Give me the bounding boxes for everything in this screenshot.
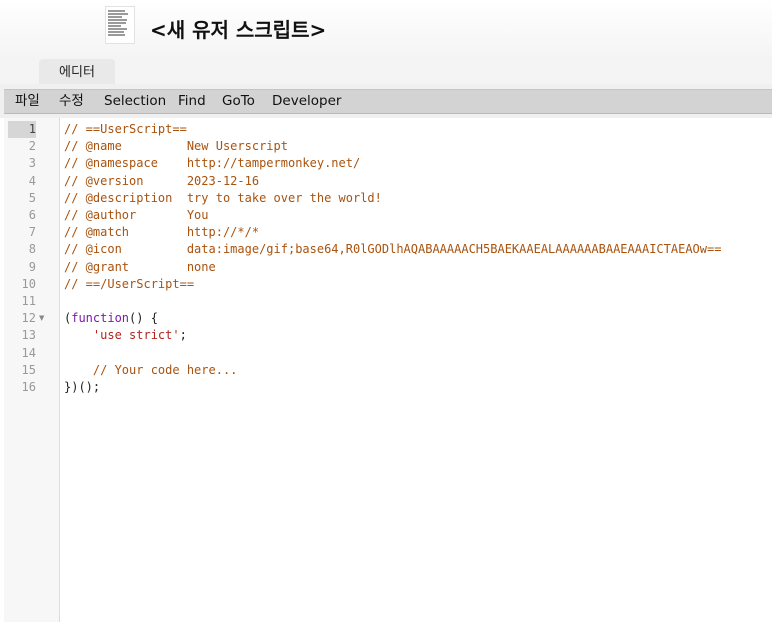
code-token: // @icon data:image/gif;base64,R0lGODlhA… <box>64 242 722 257</box>
code-line: // @grant none <box>64 259 764 276</box>
menu-selection[interactable]: Selection <box>104 90 166 113</box>
line-number: 2 <box>28 139 36 154</box>
code-token: // @namespace http://tampermonkey.net/ <box>64 156 361 171</box>
code-token: // ==/UserScript== <box>64 276 195 291</box>
code-token: // @description try to take over the wor… <box>64 190 382 205</box>
code-token: ; <box>179 328 187 343</box>
code-token: // @grant none <box>64 259 216 274</box>
code-token: // @name New Userscript <box>64 139 288 154</box>
tab-editor[interactable]: 에디터 <box>39 59 115 84</box>
code-line: // ==UserScript== <box>64 121 764 138</box>
line-number: 8 <box>28 242 36 257</box>
code-token: // @author You <box>64 207 209 222</box>
code-line: 'use strict'; <box>64 327 764 344</box>
line-number: 7 <box>28 225 36 240</box>
line-number: 10 <box>21 276 36 291</box>
line-number: 5 <box>28 190 36 205</box>
line-number: 3 <box>28 156 36 171</box>
line-number: 11 <box>21 294 36 308</box>
tab-bar <box>0 60 772 84</box>
code-line: ​ <box>64 344 764 361</box>
code-line: (function() { <box>64 310 764 327</box>
line-number: 14 <box>21 345 36 360</box>
code-editor[interactable]: // ==UserScript== // @name New Userscript… <box>64 121 764 396</box>
line-number: 16 <box>21 380 36 394</box>
code-line: // @name New Userscript <box>64 138 764 155</box>
menu-bar: 파일 수정 Selection Find GoTo Developer <box>0 84 772 118</box>
code-line: // @description try to take over the wor… <box>64 190 764 207</box>
code-token: // @match http://*/* <box>64 225 260 240</box>
page-title: <새 유저 스크립트> <box>150 18 327 42</box>
code-token: function <box>71 311 130 326</box>
line-number-gutter[interactable]: 1 2 3 4 5 6 7 8 9 10 11 12 ▼ 13 14 15 16 <box>4 118 60 622</box>
code-line: // @author You <box>64 207 764 224</box>
line-number: 15 <box>21 362 36 377</box>
code-line: ​ <box>64 293 764 310</box>
menu-find[interactable]: Find <box>178 90 206 113</box>
code-line: // @match http://*/* <box>64 224 764 241</box>
line-number: 4 <box>28 173 36 188</box>
line-number: 12 <box>21 311 36 326</box>
line-number: 1 <box>8 121 36 138</box>
script-document-icon <box>105 6 135 44</box>
menu-edit[interactable]: 수정 <box>59 90 84 113</box>
line-number: 13 <box>21 328 36 343</box>
code-line: // ==/UserScript== <box>64 276 764 293</box>
code-line: })(); <box>64 379 764 396</box>
menu-goto[interactable]: GoTo <box>222 90 255 113</box>
header-bar: <새 유저 스크립트> <box>0 0 772 60</box>
line-number: 9 <box>28 259 36 274</box>
code-line: // @version 2023-12-16 <box>64 173 764 190</box>
fold-arrow-icon[interactable]: ▼ <box>39 310 44 327</box>
code-token: // Your code here... <box>64 362 238 377</box>
menu-developer[interactable]: Developer <box>272 90 341 113</box>
line-number: 6 <box>28 208 36 222</box>
code-token: 'use strict' <box>92 328 180 343</box>
code-line: // @namespace http://tampermonkey.net/ <box>64 155 764 172</box>
code-line: // Your code here... <box>64 362 764 379</box>
code-token: // ==UserScript== <box>64 122 187 136</box>
code-token: // @version 2023-12-16 <box>64 173 260 188</box>
code-line: // @icon data:image/gif;base64,R0lGODlhA… <box>64 241 764 258</box>
code-token: })(); <box>64 379 101 394</box>
code-token: () { <box>129 311 158 326</box>
menu-file[interactable]: 파일 <box>15 90 40 113</box>
